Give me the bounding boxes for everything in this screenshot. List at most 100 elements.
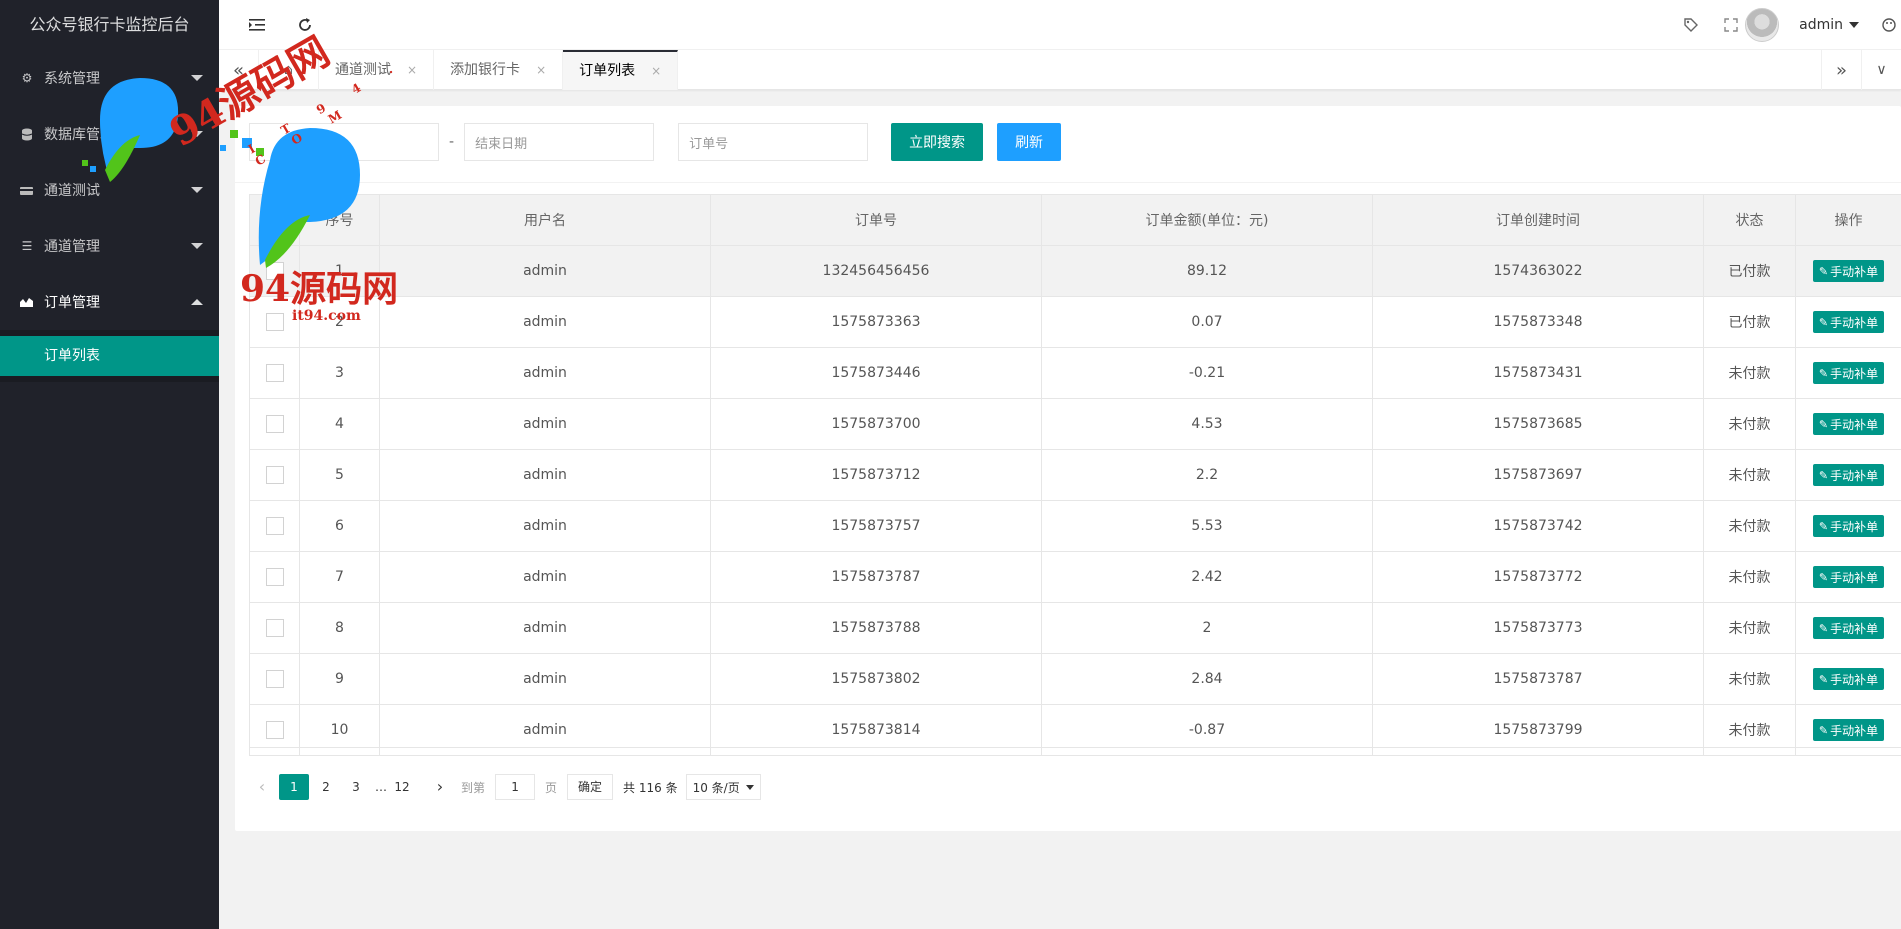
sidebar-item-system[interactable]: ⚙ 系统管理 xyxy=(0,50,219,106)
sidebar-item-orders[interactable]: 订单管理 xyxy=(0,274,219,330)
manual-supplement-button[interactable]: ✎ 手动补单 xyxy=(1812,719,1885,741)
avatar[interactable] xyxy=(1745,8,1780,42)
table-row[interactable]: 5 admin 1575873712 2.2 1575873697 未付款 ✎ 手动补单 xyxy=(249,449,1901,501)
cell-order-number: 1575873802 xyxy=(710,653,1042,705)
row-checkbox-cell[interactable] xyxy=(249,653,300,705)
cell-actions[interactable]: ✎ 手动补单 xyxy=(1795,602,1901,654)
manual-supplement-button[interactable]: ✎ 手动补单 xyxy=(1812,515,1885,537)
tag-icon[interactable] xyxy=(1671,0,1711,50)
menu-collapse-icon[interactable] xyxy=(237,0,277,50)
search-button[interactable]: 立即搜索 xyxy=(891,123,984,161)
manual-supplement-button[interactable]: ✎ 手动补单 xyxy=(1812,362,1885,384)
cell-actions[interactable]: ✎ 手动补单 xyxy=(1795,245,1901,297)
next-page-icon[interactable]: › xyxy=(427,774,453,800)
row-checkbox[interactable] xyxy=(265,415,284,433)
row-checkbox[interactable] xyxy=(265,364,284,382)
sidebar-item-channel-test[interactable]: 通道测试 xyxy=(0,162,219,218)
table-row[interactable]: 6 admin 1575873757 5.53 1575873742 未付款 ✎ 手动补单 xyxy=(249,500,1901,552)
manual-supplement-button[interactable]: ✎ 手动补单 xyxy=(1812,464,1885,486)
tabs-scroll-right-icon[interactable]: » xyxy=(1821,50,1861,90)
manual-supplement-button[interactable]: ✎ 手动补单 xyxy=(1812,311,1885,333)
column-header[interactable]: 订单金额(单位：元) xyxy=(1041,194,1373,246)
table-row[interactable]: 3 admin 1575873446 -0.21 1575873431 未付款 ✎ 手动补单 xyxy=(249,347,1901,399)
row-checkbox-cell[interactable] xyxy=(249,602,300,654)
manual-supplement-button[interactable]: ✎ 手动补单 xyxy=(1812,566,1885,588)
row-checkbox-cell[interactable] xyxy=(249,500,300,552)
manual-supplement-button[interactable]: ✎ 手动补单 xyxy=(1812,668,1885,690)
refresh-button[interactable]: 刷新 xyxy=(997,123,1062,161)
theme-icon[interactable] xyxy=(1877,0,1901,50)
sidebar-subitem-order-list[interactable]: 订单列表 xyxy=(0,336,219,376)
select-all-checkbox[interactable] xyxy=(265,211,284,229)
table-row[interactable]: 1 admin 132456456456 89.12 1574363022 已付款 ✎ 手动补… xyxy=(249,245,1901,297)
user-menu[interactable]: admin xyxy=(1745,0,1859,50)
chevron-down-icon[interactable]: ∨ xyxy=(1861,50,1901,90)
close-icon[interactable]: × xyxy=(536,50,546,90)
tab-order-list[interactable]: 订单列表 × xyxy=(563,50,679,91)
column-header[interactable]: 订单创建时间 xyxy=(1372,194,1704,246)
page-button[interactable]: 3 xyxy=(343,774,369,800)
table-row[interactable]: 2 admin 1575873363 0.07 1575873348 已付款 ✎ 手动补单 xyxy=(249,296,1901,348)
row-checkbox[interactable] xyxy=(265,517,284,535)
row-checkbox-cell[interactable] xyxy=(249,449,300,501)
sidebar-item-database[interactable]: 数据库管理 xyxy=(0,106,219,162)
manual-supplement-button[interactable]: ✎ 手动补单 xyxy=(1812,260,1885,282)
manual-supplement-button[interactable]: ✎ 手动补单 xyxy=(1812,617,1885,639)
tab-home[interactable]: ⌂ xyxy=(259,50,319,90)
cell-actions[interactable]: ✎ 手动补单 xyxy=(1795,296,1901,348)
page-size-select[interactable]: 10 条/页 xyxy=(685,774,761,800)
row-checkbox-cell[interactable] xyxy=(249,347,300,399)
cell-created-time: 1575873787 xyxy=(1372,653,1704,705)
row-checkbox-cell[interactable] xyxy=(249,296,300,348)
tab-add-bank-card[interactable]: 添加银行卡 × xyxy=(434,50,564,90)
user-name[interactable]: admin xyxy=(1799,17,1859,33)
page-button-current[interactable]: 1 xyxy=(279,774,309,800)
row-checkbox[interactable] xyxy=(265,619,284,637)
cell-index: 3 xyxy=(299,347,380,399)
goto-confirm-button[interactable]: 确定 xyxy=(567,774,614,800)
row-checkbox[interactable] xyxy=(265,313,284,331)
row-checkbox-cell[interactable] xyxy=(249,245,300,297)
prev-page-icon[interactable]: ‹ xyxy=(249,774,275,800)
sidebar-item-channel-manage[interactable]: ☰ 通道管理 xyxy=(0,218,219,274)
row-checkbox[interactable] xyxy=(265,568,284,586)
cell-username: admin xyxy=(379,602,711,654)
tab-channel-test[interactable]: 通道测试 × xyxy=(319,50,435,90)
table-row[interactable]: 7 admin 1575873787 2.42 1575873772 未付款 ✎ 手动补单 xyxy=(249,551,1901,603)
table-row[interactable]: 9 admin 1575873802 2.84 1575873787 未付款 ✎ 手动补单 xyxy=(249,653,1901,705)
start-date-input[interactable] xyxy=(249,123,439,161)
tabs-scroll-left-icon[interactable]: « xyxy=(219,50,259,90)
table-row[interactable]: 8 admin 1575873788 2 1575873773 未付款 ✎ 手动补单 xyxy=(249,602,1901,654)
cell-created-time: 1574363022 xyxy=(1372,245,1704,297)
cell-actions[interactable]: ✎ 手动补单 xyxy=(1795,551,1901,603)
row-checkbox[interactable] xyxy=(265,262,284,280)
cell-actions[interactable]: ✎ 手动补单 xyxy=(1795,398,1901,450)
goto-page-input[interactable]: 1 xyxy=(495,774,536,800)
column-header[interactable]: 订单号 xyxy=(710,194,1042,246)
table-row[interactable]: 4 admin 1575873700 4.53 1575873685 未付款 ✎ 手动补单 xyxy=(249,398,1901,450)
page-button-last[interactable]: 12 xyxy=(389,774,415,800)
order-number-input[interactable]: 订单号 xyxy=(678,123,869,161)
cell-actions[interactable]: ✎ 手动补单 xyxy=(1795,347,1901,399)
cell-username: admin xyxy=(379,653,711,705)
column-header[interactable]: 用户名 xyxy=(379,194,711,246)
close-icon[interactable]: × xyxy=(407,50,417,90)
row-checkbox-cell[interactable] xyxy=(249,398,300,450)
page-button[interactable]: 2 xyxy=(313,774,339,800)
row-checkbox[interactable] xyxy=(265,721,284,739)
column-header[interactable]: 状态 xyxy=(1703,194,1796,246)
refresh-icon[interactable] xyxy=(285,0,325,50)
cell-status: 未付款 xyxy=(1703,449,1796,501)
cell-actions[interactable]: ✎ 手动补单 xyxy=(1795,449,1901,501)
manual-supplement-button[interactable]: ✎ 手动补单 xyxy=(1812,413,1885,435)
column-header[interactable]: 序号 xyxy=(299,194,380,246)
cell-actions[interactable]: ✎ 手动补单 xyxy=(1795,500,1901,552)
column-header[interactable]: 操作 xyxy=(1795,194,1901,246)
row-checkbox[interactable] xyxy=(265,670,284,688)
row-checkbox-cell[interactable] xyxy=(249,551,300,603)
close-icon[interactable]: × xyxy=(651,51,661,91)
cell-actions[interactable]: ✎ 手动补单 xyxy=(1795,653,1901,705)
end-date-input[interactable]: 结束日期 xyxy=(464,123,655,161)
select-all-cell[interactable] xyxy=(249,194,300,246)
row-checkbox[interactable] xyxy=(265,466,284,484)
